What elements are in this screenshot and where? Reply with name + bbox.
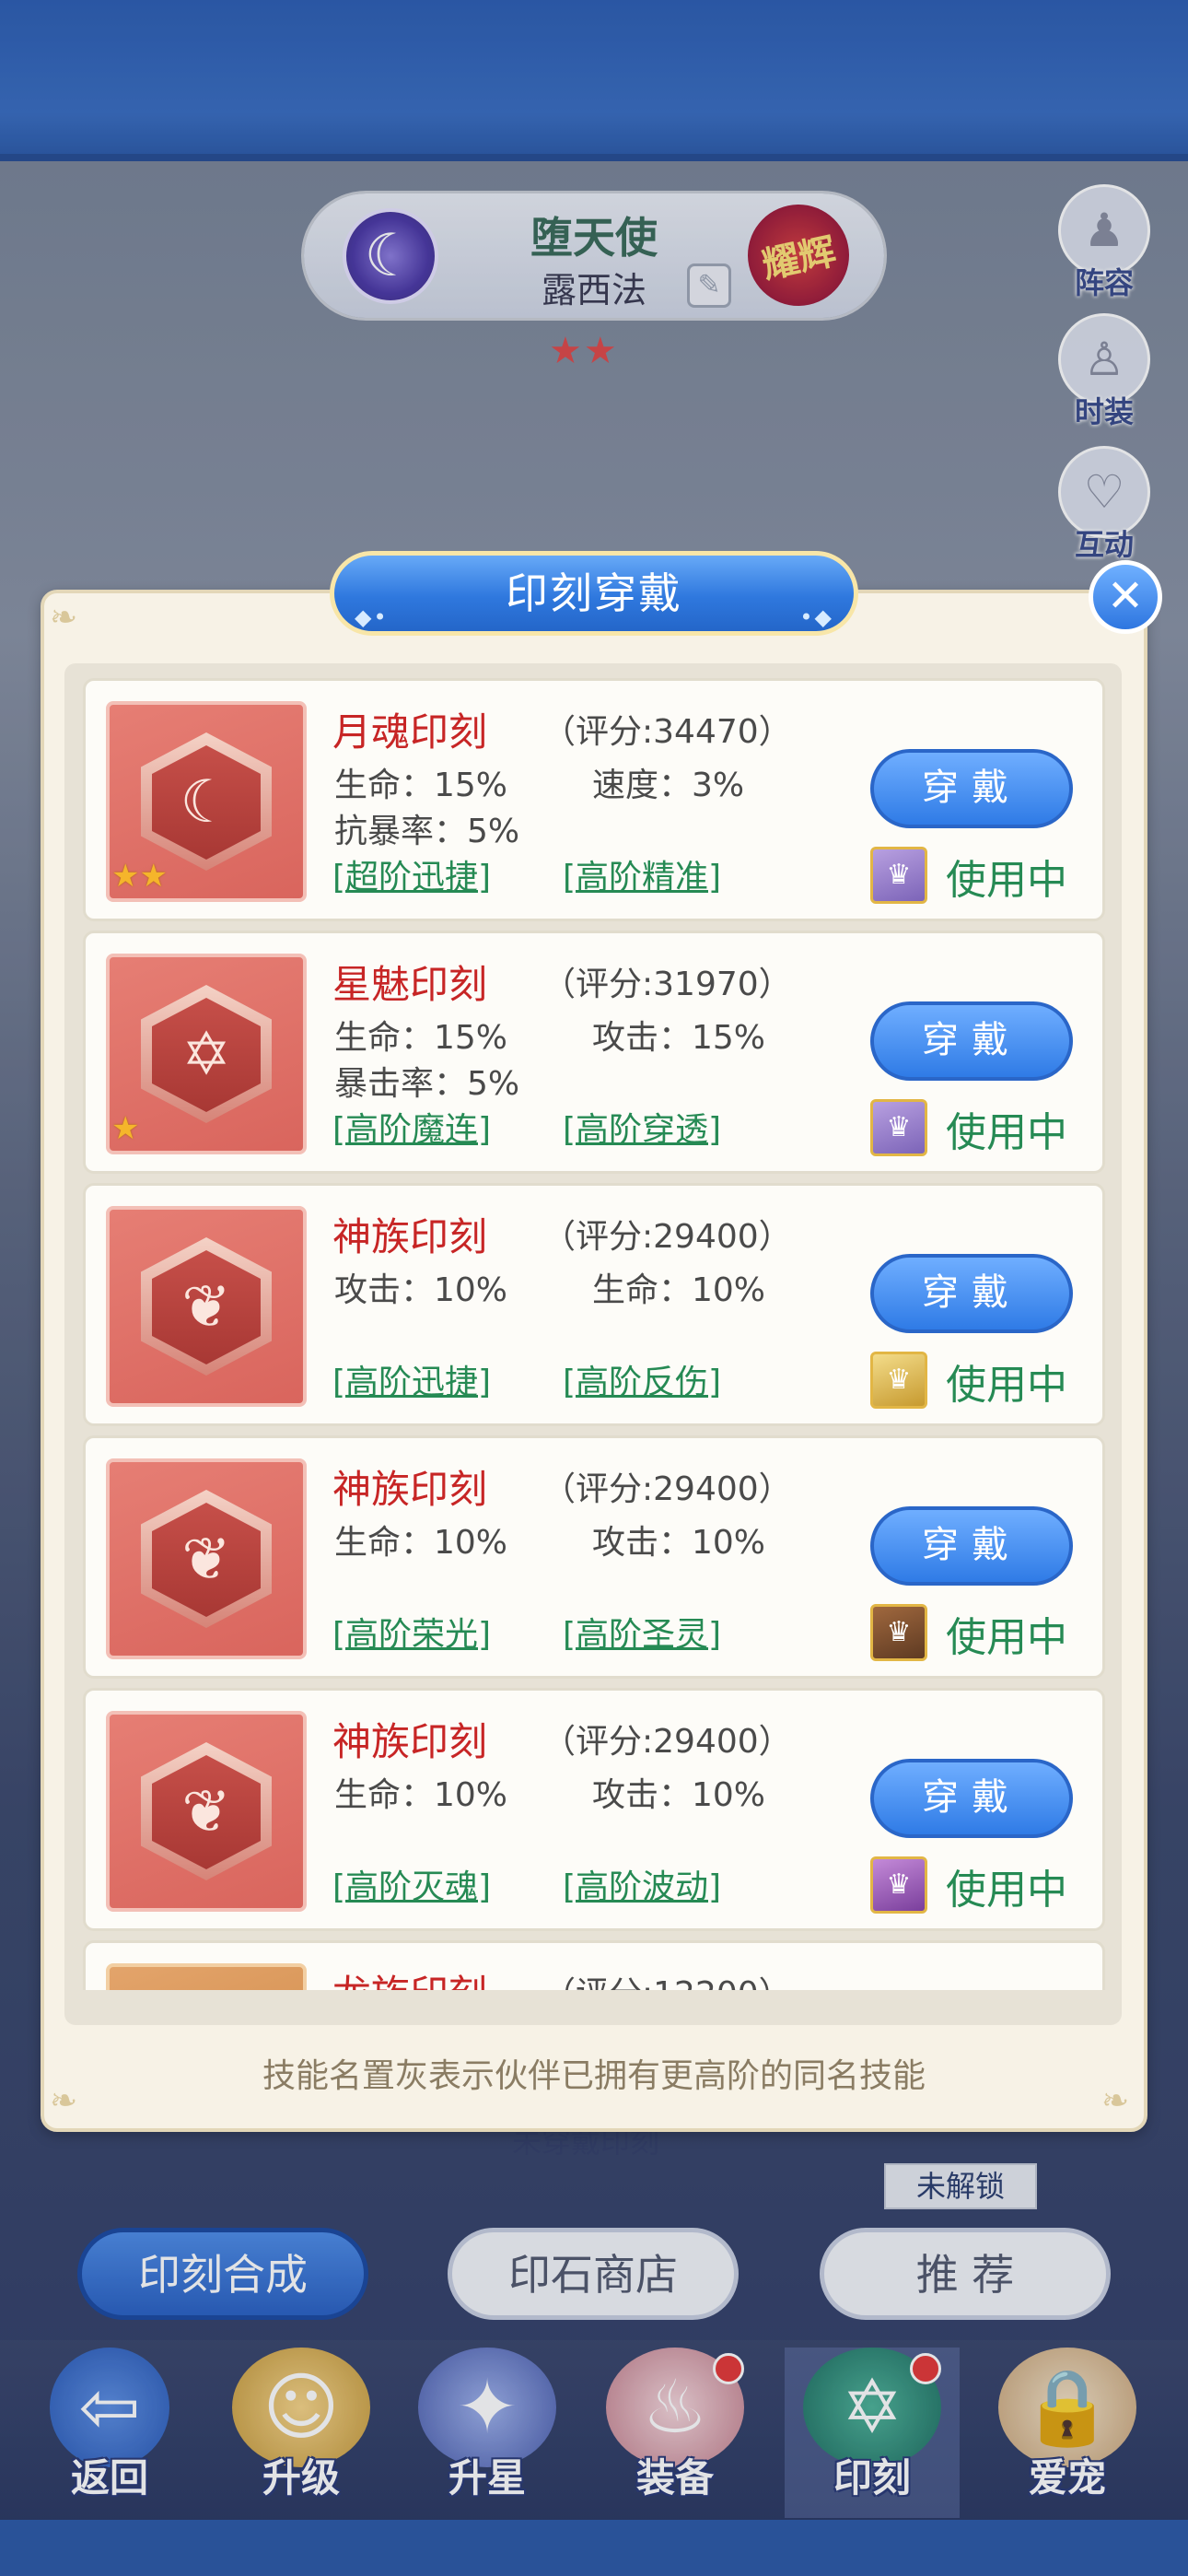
imprint-skill-link[interactable]: [高阶荣光] <box>332 1608 491 1656</box>
imprint-stat: 攻击：10% <box>334 1271 508 1309</box>
imprint-skill-link[interactable]: [高阶圣灵] <box>563 1608 721 1656</box>
imprint-name: 星魅印刻 <box>332 962 488 1007</box>
imprint-icon-divine[interactable]: ❦ <box>106 1206 307 1407</box>
imprint-name: 龙族印刻 <box>332 1963 487 1990</box>
imprint-skill-link[interactable]: [高阶灭魂] <box>332 1860 491 1908</box>
close-button[interactable]: ✕ <box>1089 560 1162 634</box>
user-avatar-icon: ♛ <box>870 1604 927 1661</box>
title-ornament: ◆• <box>355 604 389 630</box>
equip-button[interactable]: 穿戴 <box>870 1506 1073 1586</box>
imprint-card: ❦ 神族印刻 （评分:29400） 生命：10% 攻击：10% [高阶荣光] [… <box>83 1435 1105 1679</box>
equip-button[interactable]: 穿戴 <box>870 1759 1073 1838</box>
imprint-score: （评分:31970） <box>542 966 792 1003</box>
imprint-stars: ★★ <box>111 858 168 895</box>
imprint-stat: 生命：10% <box>334 1776 508 1814</box>
in-use-label: 使用中 <box>946 1109 1067 1156</box>
equip-button[interactable]: 穿戴 <box>870 1254 1073 1333</box>
in-use-label: 使用中 <box>946 1362 1067 1409</box>
imprint-score: （评分:29400） <box>542 1723 792 1761</box>
imprint-stat: 攻击：10% <box>592 1776 766 1814</box>
imprint-card: 龙族印刻 （评分:12200） <box>83 1940 1105 1990</box>
imprint-score: （评分:12200） <box>542 1967 792 1990</box>
equip-button[interactable]: 穿戴 <box>870 1001 1073 1081</box>
in-use-label: 使用中 <box>946 1614 1067 1661</box>
imprint-card: ❦ 神族印刻 （评分:29400） 生命：10% 攻击：10% [高阶灭魂] [… <box>83 1688 1105 1931</box>
imprint-score: （评分:34470） <box>542 713 792 751</box>
imprint-stat: 生命：15% <box>334 1019 508 1057</box>
imprint-icon-moon[interactable]: ☾ ★★ <box>106 701 307 902</box>
imprint-stat: 速度：3% <box>592 767 745 804</box>
imprint-name: 神族印刻 <box>332 1214 488 1259</box>
imprint-skill-link[interactable]: [高阶反伤] <box>563 1355 721 1403</box>
imprint-stat: 暴击率：5% <box>334 1065 520 1103</box>
title-ornament: •◆ <box>799 604 833 630</box>
in-use-label: 使用中 <box>946 1867 1067 1914</box>
imprint-score: （评分:29400） <box>542 1470 792 1508</box>
equip-button[interactable]: 穿戴 <box>870 749 1073 828</box>
user-avatar-icon: ♛ <box>870 1856 927 1914</box>
imprint-stars: ★ <box>111 1110 140 1147</box>
imprint-card: ✡ ★ 星魅印刻 （评分:31970） 生命：15% 攻击：15% 暴击率：5%… <box>83 931 1105 1174</box>
imprint-stat: 生命：10% <box>334 1524 508 1562</box>
imprint-skill-link[interactable]: [高阶迅捷] <box>332 1355 491 1403</box>
imprint-stat: 攻击：15% <box>592 1019 766 1057</box>
imprint-icon-star[interactable]: ✡ ★ <box>106 954 307 1154</box>
imprint-card: ❦ 神族印刻 （评分:29400） 攻击：10% 生命：10% [高阶迅捷] [… <box>83 1183 1105 1426</box>
user-avatar-icon: ♛ <box>870 1352 927 1409</box>
dialog-footnote: 技能名置灰表示伙伴已拥有更高阶的同名技能 <box>262 2057 926 2095</box>
user-avatar-icon: ♛ <box>870 847 927 904</box>
imprint-icon-divine[interactable]: ❦ <box>106 1458 307 1659</box>
imprint-stat: 抗暴率：5% <box>334 813 520 850</box>
imprint-name: 神族印刻 <box>332 1467 488 1512</box>
imprint-skill-link[interactable]: [高阶魔连] <box>332 1103 491 1151</box>
imprint-score: （评分:29400） <box>542 1218 792 1256</box>
imprint-stat: 攻击：10% <box>592 1524 766 1562</box>
in-use-label: 使用中 <box>946 857 1067 904</box>
imprint-name: 神族印刻 <box>332 1719 488 1764</box>
dialog-title: ◆• 印刻穿戴 •◆ <box>330 551 858 636</box>
imprint-skill-link[interactable]: [高阶波动] <box>563 1860 721 1908</box>
imprint-skill-link[interactable]: [超阶迅捷] <box>332 850 491 898</box>
imprint-skill-link[interactable]: [高阶精准] <box>563 850 721 898</box>
imprint-card: ☾ ★★ 月魂印刻 （评分:34470） 生命：15% 速度：3% 抗暴率：5%… <box>83 678 1105 921</box>
corner-ornament: ❧ <box>50 599 78 637</box>
imprint-list[interactable]: ☾ ★★ 月魂印刻 （评分:34470） 生命：15% 速度：3% 抗暴率：5%… <box>83 673 1105 1990</box>
imprint-skill-link[interactable]: [高阶穿透] <box>563 1103 721 1151</box>
imprint-stat: 生命：15% <box>334 767 508 804</box>
imprint-stat: 生命：10% <box>592 1271 766 1309</box>
imprint-icon-dragon[interactable] <box>106 1963 307 1990</box>
imprint-name: 月魂印刻 <box>332 709 488 755</box>
imprint-icon-divine[interactable]: ❦ <box>106 1711 307 1912</box>
dialog-title-text: 印刻穿戴 <box>506 568 682 618</box>
user-avatar-icon: ♛ <box>870 1099 927 1156</box>
